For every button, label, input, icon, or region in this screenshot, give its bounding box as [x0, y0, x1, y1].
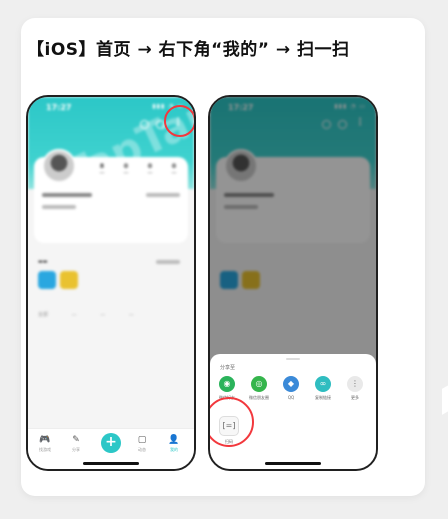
pen-icon: ✎ [72, 435, 80, 445]
my-games-more[interactable] [156, 260, 180, 264]
edit-profile-link[interactable] [146, 193, 180, 197]
username-text [42, 193, 92, 197]
qq-icon: ◆ [283, 376, 299, 392]
home-indicator [265, 462, 321, 465]
stat-item[interactable]: 0— [120, 163, 132, 176]
tab-item[interactable]: — [129, 312, 134, 318]
stat-item[interactable]: 0— [168, 163, 180, 176]
copy-link-button[interactable]: ∞ 复制链接 [310, 376, 336, 401]
avatar[interactable] [42, 149, 76, 183]
message-icon: ▢ [137, 435, 147, 445]
share-sheet-title: 分享至 [220, 365, 236, 371]
phone-screenshot-share-sheet: 17:27 ▮▮▮ ◔ ▭ ⋮ 分享至 ◉ 微信好友 ◎ 微信朋友圈 ◆ QQ … [208, 95, 378, 471]
gamepad-icon: 🎮 [39, 435, 51, 445]
bottom-navigation: 🎮 找游戏 ✎ 分享 + ▢ 动态 👤 我的 [28, 428, 194, 469]
tab-all[interactable]: 全部 [38, 312, 48, 318]
nav-feed[interactable]: ▢ 动态 [130, 435, 154, 453]
nav-share[interactable]: ✎ 分享 [64, 435, 88, 453]
bio-text [42, 205, 76, 209]
home-screen: TapTap 17:27 ▮▮▮ ◔ ▭ ⋮ 8— 0— 0— 0— ▬▬ 全部… [28, 97, 194, 469]
moments-icon: ◎ [251, 376, 267, 392]
link-icon: ∞ [315, 376, 331, 392]
highlight-more-menu [164, 105, 194, 137]
user-icon: 👤 [168, 435, 180, 445]
wechat-icon: ◉ [219, 376, 235, 392]
content-tabs: 全部 — — — [38, 311, 156, 318]
page-title: 【iOS】首页 → 右下角“我的” → 扫一扫 [27, 40, 350, 60]
profile-card: 8— 0— 0— 0— [34, 149, 188, 243]
nav-me[interactable]: 👤 我的 [162, 435, 186, 453]
nav-find-games[interactable]: 🎮 找游戏 [33, 435, 57, 453]
tab-item[interactable]: — [100, 312, 105, 318]
share-qq[interactable]: ◆ QQ [278, 376, 304, 400]
settings-icon[interactable] [140, 120, 149, 129]
sheet-handle[interactable] [286, 358, 300, 360]
create-post-button[interactable]: + [101, 433, 121, 453]
stat-item[interactable]: 0— [144, 163, 156, 176]
tab-item[interactable]: — [72, 312, 77, 318]
game-icon[interactable] [60, 271, 78, 289]
more-icon: ⋮ [347, 376, 363, 392]
game-icon[interactable] [38, 271, 56, 289]
card-edge-decoration [442, 383, 448, 415]
my-games-title: ▬▬ [38, 259, 48, 265]
more-share-button[interactable]: ⋮ 更多 [342, 376, 368, 401]
home-indicator [83, 462, 139, 465]
phone-screenshot-home: TapTap 17:27 ▮▮▮ ◔ ▭ ⋮ 8— 0— 0— 0— ▬▬ 全部… [26, 95, 196, 471]
status-time: 17:27 [46, 103, 72, 112]
stat-item[interactable]: 8— [96, 163, 108, 176]
share-wechat-moments[interactable]: ◎ 微信朋友圈 [246, 376, 272, 401]
